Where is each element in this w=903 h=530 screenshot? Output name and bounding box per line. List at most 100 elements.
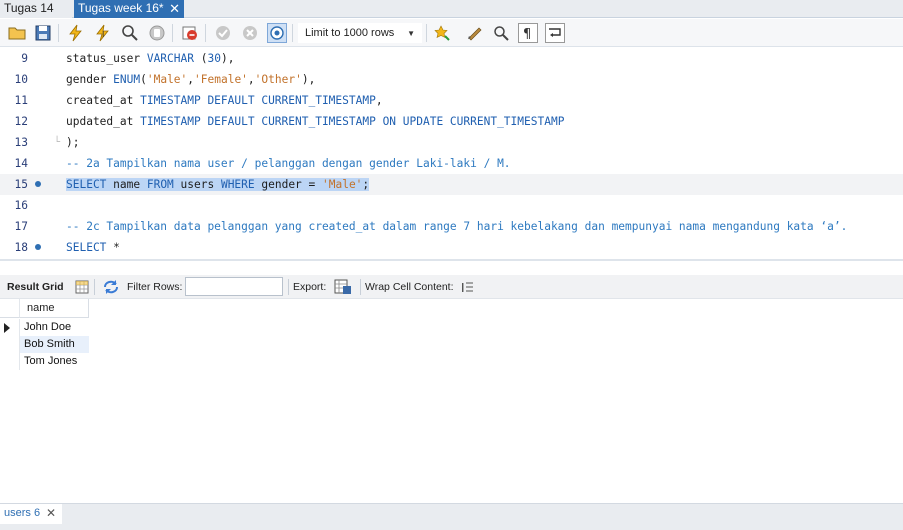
code-line[interactable]: 17 -- 2c Tampilkan data pelanggan yang cr… [0,216,903,237]
code-token: WHERE [220,178,255,191]
line-number: 16 [14,199,28,212]
statement-marker-icon [35,244,41,250]
code-line[interactable]: 16 [0,195,903,216]
code-line[interactable]: 10 gender ENUM('Male','Female','Other'), [0,69,903,90]
beautify-icon[interactable] [432,23,452,43]
refresh-icon[interactable] [102,279,120,300]
row-header[interactable] [0,319,20,336]
execute-lightning-icon[interactable] [66,23,86,43]
code-token: FROM [146,178,174,191]
wrap-icon[interactable] [545,23,565,43]
code-text: -- 2a Tampilkan nama user / pelanggan de… [66,153,511,174]
code-line[interactable]: 13 └); [0,132,903,153]
statement-marker-icon [35,181,41,187]
line-number: 15 [14,178,28,191]
current-row-arrow-icon [4,323,10,333]
line-number: 17 [14,220,28,233]
code-token: 'Other' [254,73,302,86]
code-token: VARCHAR [146,52,194,65]
code-line[interactable]: 9 status_user VARCHAR (30), [0,48,903,69]
code-token: TIMESTAMP DEFAULT CURRENT_TIMESTAMP [140,94,376,107]
code-text: gender ENUM('Male','Female','Other'), [66,69,315,90]
export-icon[interactable] [334,279,352,300]
execute-current-icon[interactable]: I [93,23,113,43]
code-token: name [106,178,147,191]
close-icon[interactable]: ✕ [169,0,180,17]
result-grid[interactable]: name John Doe Bob Smith Tom Jones [0,299,903,503]
code-token: ); [66,136,80,149]
limit-rows-select[interactable]: Limit to 1000 rows ▼ [298,23,422,43]
code-token: , [375,94,383,107]
tab-label: Tugas 14 [4,1,54,15]
result-tabs-bar: users 6 ✕ [0,503,903,530]
code-token: ENUM [113,73,141,86]
close-icon[interactable]: ✕ [46,504,56,522]
table-cell[interactable]: Bob Smith [20,336,89,353]
toggle-autocommit-icon[interactable] [180,23,200,43]
code-token: -- 2c Tampilkan data pelanggan yang crea… [66,220,848,233]
row-header[interactable] [0,336,20,353]
code-line[interactable]: 12 updated_at TIMESTAMP DEFAULT CURRENT_T… [0,111,903,132]
grid-corner [0,299,20,318]
code-text: status_user VARCHAR (30), [66,48,234,69]
sql-editor-toolbar: I Limit to 1000 rows ▼ ¶ [0,19,903,47]
toggle-continue-icon[interactable] [267,23,287,43]
svg-text:I: I [102,30,104,39]
pane-splitter[interactable] [0,259,903,275]
line-number: 14 [14,157,28,170]
line-number: 12 [14,115,28,128]
stop-icon[interactable] [147,23,167,43]
code-text: -- 2c Tampilkan data pelanggan yang crea… [66,216,847,237]
brush-icon[interactable] [465,23,485,43]
code-text: SELECT * [66,237,120,258]
column-header-name[interactable]: name [20,299,89,318]
line-number: 9 [21,52,28,65]
code-token: SELECT [66,178,107,191]
code-line[interactable]: 15 SELECT name FROM users WHERE gender = … [0,174,903,195]
code-token: 30 [207,52,221,65]
tab-tugas-14[interactable]: Tugas 14 [0,0,72,18]
grid-view-icon[interactable] [75,280,89,298]
save-icon[interactable] [33,23,53,43]
invisible-chars-icon[interactable]: ¶ [518,23,538,43]
code-token: ), [301,73,316,86]
wrap-cell-icon[interactable]: I [460,280,474,298]
filter-rows-input[interactable] [185,277,283,296]
explain-magnifier-icon[interactable] [120,23,140,43]
code-line[interactable]: 14 -- 2a Tampilkan nama user / pelanggan … [0,153,903,174]
code-token: * [106,241,120,254]
code-token: , [247,73,255,86]
commit-check-icon[interactable] [213,23,233,43]
line-number: 13 [14,136,28,149]
code-token: users [173,178,221,191]
find-icon[interactable] [491,23,511,43]
code-token: ; [362,178,370,191]
code-token: SELECT [66,241,107,254]
table-cell[interactable]: Tom Jones [20,353,89,370]
open-folder-icon[interactable] [7,23,27,43]
code-token: ( [193,52,208,65]
row-header[interactable] [0,353,20,370]
export-label: Export: [293,281,327,293]
editor-tab-bar: Tugas 14 Tugas week 16* ✕ [0,0,903,18]
code-text: updated_at TIMESTAMP DEFAULT CURRENT_TIM… [66,111,564,132]
tab-tugas-week-16[interactable]: Tugas week 16* ✕ [74,0,184,18]
result-tab-users[interactable]: users 6 ✕ [0,504,62,524]
code-token: 'Male' [146,73,188,86]
code-text: created_at TIMESTAMP DEFAULT CURRENT_TIM… [66,90,383,111]
code-token: -- 2a Tampilkan nama user / pelanggan de… [66,157,511,170]
line-number: 11 [14,94,28,107]
code-token: created_at [66,94,141,107]
rollback-icon[interactable] [240,23,260,43]
result-grid-tab[interactable]: Result Grid [7,275,64,299]
line-number: 18 [14,241,28,254]
code-line[interactable]: 11 created_at TIMESTAMP DEFAULT CURRENT_T… [0,90,903,111]
sql-editor[interactable]: 9 status_user VARCHAR (30), 10 gender ENUM(… [0,47,903,259]
code-token: ), [220,52,235,65]
table-cell[interactable]: John Doe [20,319,89,336]
code-line[interactable]: 18 SELECT * [0,237,903,258]
tab-label: Tugas week 16* [78,1,164,15]
fold-end-icon: └ [54,137,61,148]
code-token: gender [66,73,114,86]
result-toolbar: Result Grid Filter Rows: Export: Wrap Ce… [0,275,903,299]
